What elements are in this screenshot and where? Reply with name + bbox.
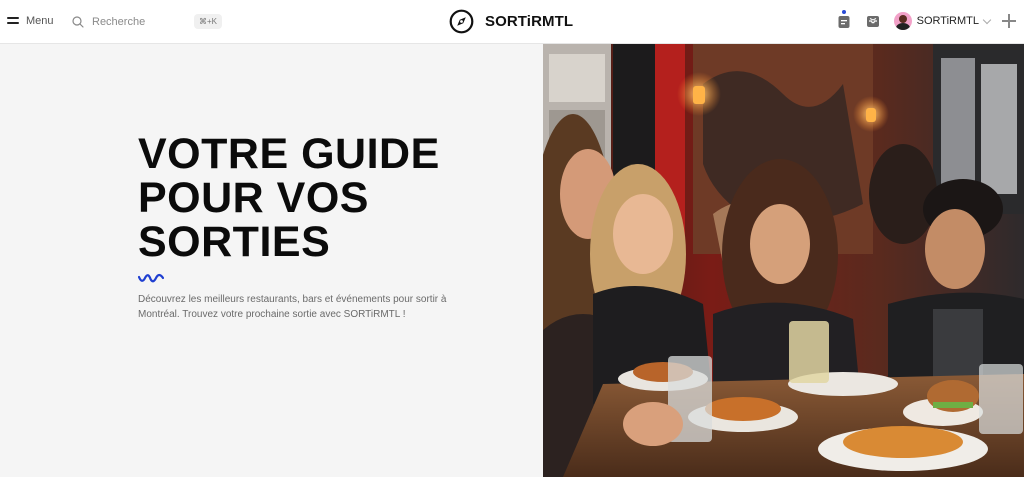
hero-description: Découvrez les meilleurs restaurants, bar… <box>138 292 468 322</box>
accent-squiggle <box>138 273 164 283</box>
search-bar[interactable]: ⌘+K <box>72 12 222 31</box>
inbox-icon[interactable] <box>865 13 881 29</box>
plus-icon[interactable] <box>1002 14 1016 28</box>
search-input[interactable] <box>92 15 188 28</box>
search-icon <box>72 15 84 28</box>
notification-dot <box>841 10 846 14</box>
avatar <box>893 12 912 30</box>
hero-title: VOTRE GUIDE POUR VOS SORTIES <box>138 132 478 264</box>
restaurant-friends-photo <box>543 44 1024 477</box>
header-actions: SORTiRMTL <box>836 10 1016 32</box>
hero-title-line: SORTIES <box>138 218 331 266</box>
menu-icon <box>7 17 19 25</box>
hero-title-line: VOTRE GUIDE <box>138 130 440 178</box>
account-name: SORTiRMTL <box>916 15 979 27</box>
search-shortcut-badge: ⌘+K <box>193 14 222 29</box>
brand-home-link[interactable]: SORTiRMTL <box>449 8 573 34</box>
brand-name: SORTiRMTL <box>485 12 574 30</box>
chevron-down-icon <box>982 15 992 24</box>
menu-button[interactable]: Menu <box>7 13 54 29</box>
menu-label: Menu <box>26 15 54 27</box>
hero-title-line: POUR VOS <box>138 174 369 222</box>
top-header: Menu ⌘+K SORTiRMTL SORTiRMTL <box>0 0 1024 44</box>
compass-icon <box>449 9 474 34</box>
hero-description-line: Découvrez les meilleurs restaurants, bar… <box>138 294 447 305</box>
hero-photo <box>543 44 1024 477</box>
calendar-icon[interactable] <box>836 10 852 29</box>
account-menu[interactable]: SORTiRMTL <box>893 12 992 30</box>
hero-description-line: Montréal. Trouvez votre prochaine sortie… <box>138 309 406 320</box>
